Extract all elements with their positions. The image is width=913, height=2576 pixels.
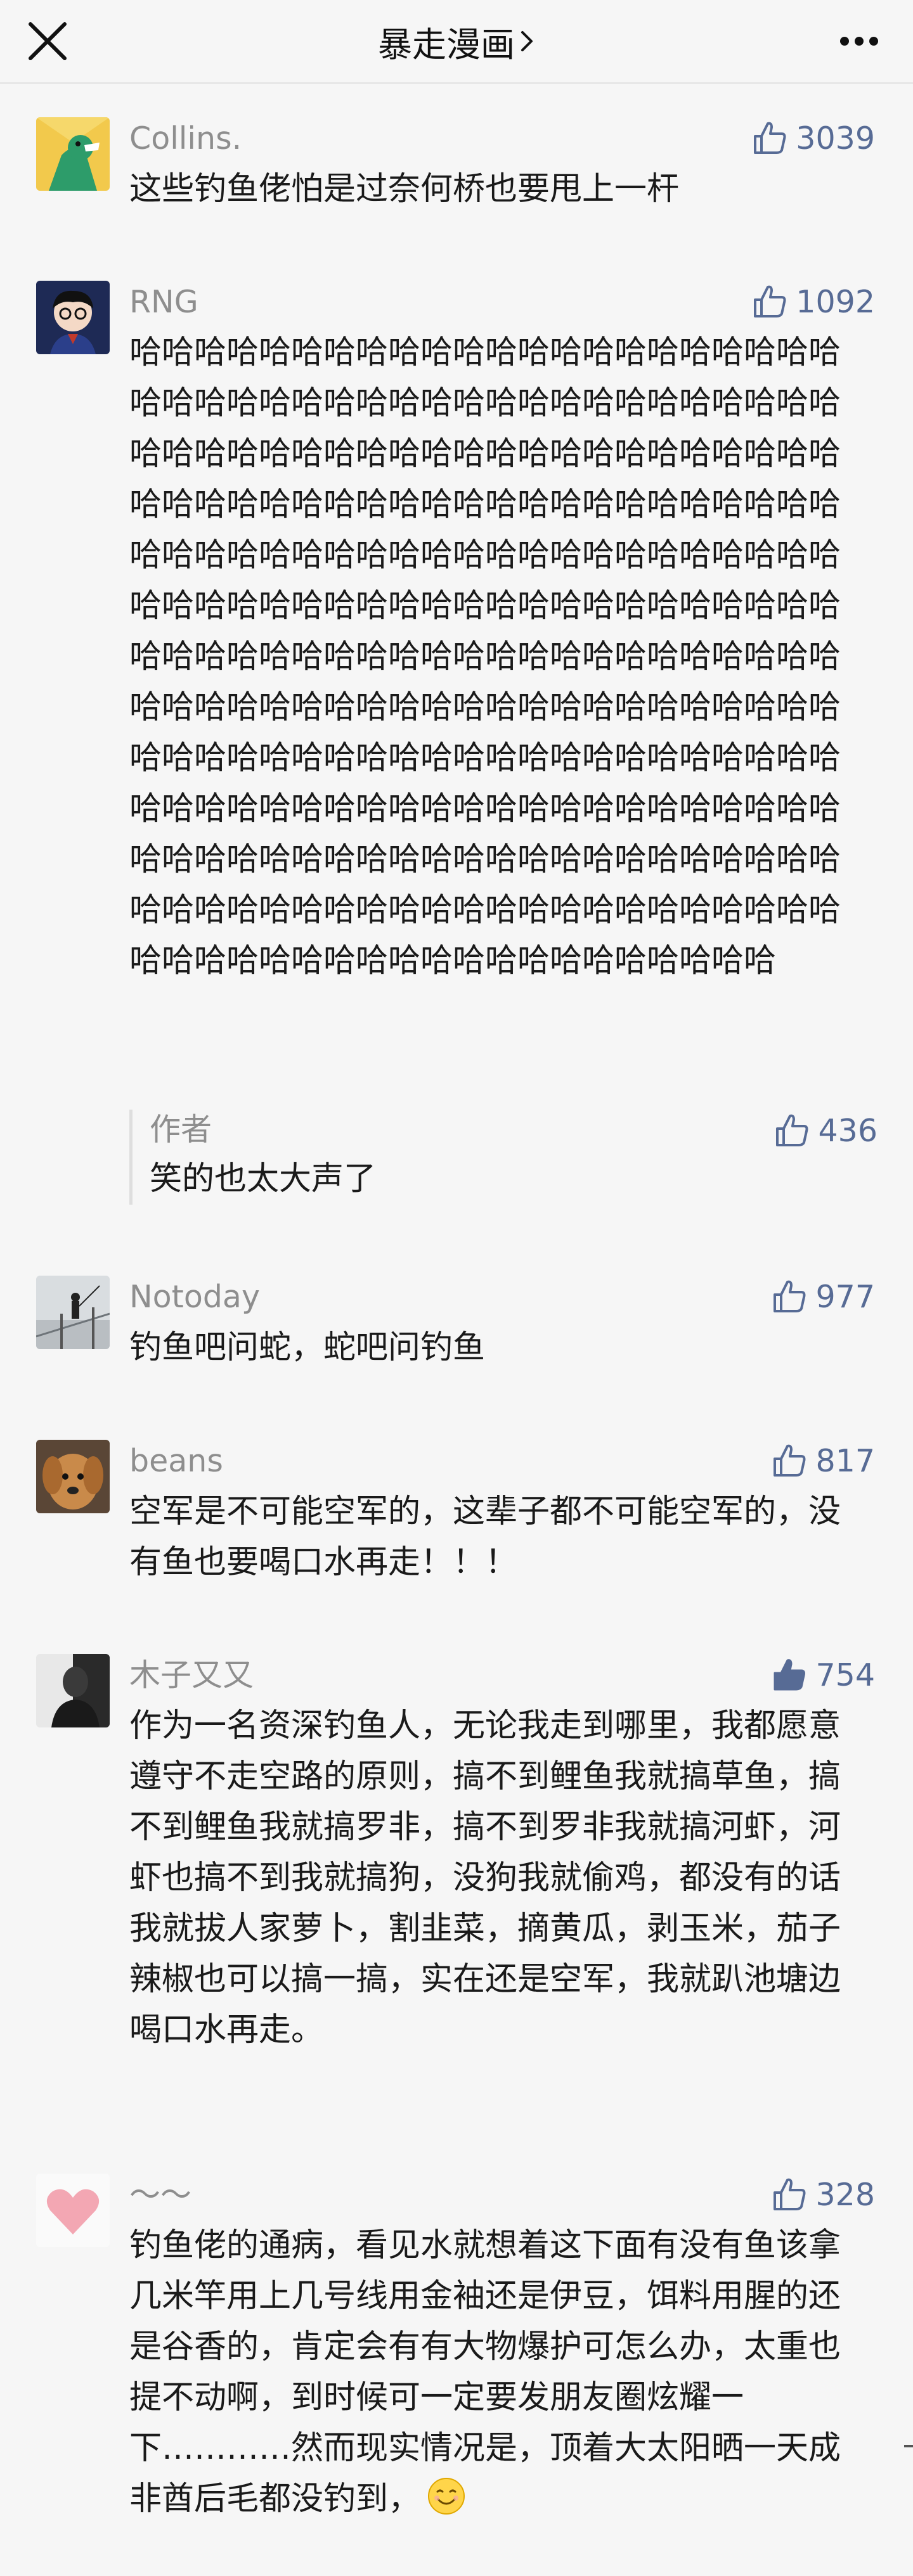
comment-item: beans 817 空军是不可能空军的，这辈子都不可能空军的，没有鱼也要喝口水再… xyxy=(0,1440,913,1592)
comment-nickname[interactable]: Notoday xyxy=(129,1277,260,1317)
like-count: 977 xyxy=(815,1278,875,1315)
top-nav-bar: 暴走漫画 xyxy=(0,0,913,84)
comment-text: 作为一名资深钓鱼人，无论我走到哪里，我都愿意遵守不走空路的原则，搞不到鲤鱼我就搞… xyxy=(129,1707,841,2049)
like-button[interactable]: 977 xyxy=(771,1276,875,1317)
avatar[interactable] xyxy=(36,1276,110,1349)
comment-item: RNG 1092 哈哈哈哈哈哈哈哈哈哈哈哈哈哈哈哈哈哈哈哈哈哈哈哈哈哈哈哈哈哈哈… xyxy=(0,281,913,1231)
close-button[interactable] xyxy=(19,13,76,70)
like-button[interactable]: 3039 xyxy=(751,117,875,159)
comment-text: 钓鱼佬的通病，看见水就想着这下面有没有鱼该拿几米竿用上几号线用金袖还是伊豆，饵料… xyxy=(129,2220,846,2525)
thumbs-up-icon xyxy=(774,1280,806,1312)
like-button[interactable]: 754 xyxy=(771,1654,875,1696)
like-count: 328 xyxy=(815,2176,875,2213)
thumbs-up-icon xyxy=(776,1114,808,1146)
page-title: 暴走漫画 xyxy=(378,24,515,65)
avatar[interactable] xyxy=(36,2174,110,2247)
reply-like-button[interactable]: 436 xyxy=(774,1110,877,1151)
avatar[interactable] xyxy=(36,1654,110,1727)
smile-emoji-icon xyxy=(428,2478,465,2515)
comment-item: ～～ 328 钓鱼佬的通病，看见水就想着这下面有没有鱼该拿几米竿用上几号线用金袖… xyxy=(0,2174,913,2566)
like-button[interactable]: 328 xyxy=(771,2174,875,2215)
comment-item: 木子又又 754 作为一名资深钓鱼人，无论我走到哪里，我都愿意遵守不走空路的原则… xyxy=(0,1654,913,2110)
thumbs-up-icon xyxy=(754,122,786,154)
thumbs-up-icon xyxy=(774,1444,806,1477)
comment-text: 哈哈哈哈哈哈哈哈哈哈哈哈哈哈哈哈哈哈哈哈哈哈哈哈哈哈哈哈哈哈哈哈哈哈哈哈哈哈哈哈… xyxy=(129,334,841,980)
avatar[interactable] xyxy=(36,1440,110,1513)
like-count: 436 xyxy=(818,1112,877,1149)
comment-nickname[interactable]: RNG xyxy=(129,282,198,323)
like-count: 1092 xyxy=(796,283,875,320)
author-reply: 作者 笑的也太大声了 436 xyxy=(129,1110,877,1205)
thumbs-up-icon xyxy=(774,2178,806,2210)
like-count: 3039 xyxy=(796,120,875,157)
comment-item: Notoday 977 钓鱼吧问蛇，蛇吧问钓鱼 xyxy=(0,1276,913,1377)
more-icon xyxy=(840,37,878,46)
comment-text: 空军是不可能空军的，这辈子都不可能空军的，没有鱼也要喝口水再走！！！ xyxy=(129,1493,841,1581)
comment-nickname[interactable]: 木子又又 xyxy=(129,1655,254,1696)
comment-text: 这些钓鱼佬怕是过奈何桥也要甩上一杆 xyxy=(129,170,680,208)
like-count: 817 xyxy=(815,1442,875,1479)
comment-nickname[interactable]: Collins. xyxy=(129,119,242,159)
avatar[interactable] xyxy=(36,117,110,191)
avatar[interactable] xyxy=(36,281,110,354)
reply-text: 笑的也太大声了 xyxy=(150,1160,377,1198)
like-count: 754 xyxy=(815,1656,875,1693)
comment-text-body: 钓鱼佬的通病，看见水就想着这下面有没有鱼该拿几米竿用上几号线用金袖还是伊豆，饵料… xyxy=(129,2227,841,2518)
thumbs-up-filled-icon xyxy=(774,1659,806,1691)
thumbs-up-icon xyxy=(754,285,786,317)
scrollbar-indicator xyxy=(904,2445,913,2447)
comment-nickname[interactable]: ～～ xyxy=(129,2175,191,2215)
chevron-right-icon xyxy=(521,31,533,51)
account-title-link[interactable]: 暴走漫画 xyxy=(266,19,647,65)
close-icon xyxy=(29,22,67,60)
comment-nickname[interactable]: beans xyxy=(129,1441,223,1482)
like-button[interactable]: 1092 xyxy=(751,281,875,323)
reply-author-label: 作者 xyxy=(150,1112,212,1148)
like-button[interactable]: 817 xyxy=(771,1440,875,1482)
more-button[interactable] xyxy=(824,13,894,70)
comment-item: Collins. 3039 这些钓鱼佬怕是过奈何桥也要甩上一杆 xyxy=(0,117,913,219)
comment-text: 钓鱼吧问蛇，蛇吧问钓鱼 xyxy=(129,1329,486,1366)
